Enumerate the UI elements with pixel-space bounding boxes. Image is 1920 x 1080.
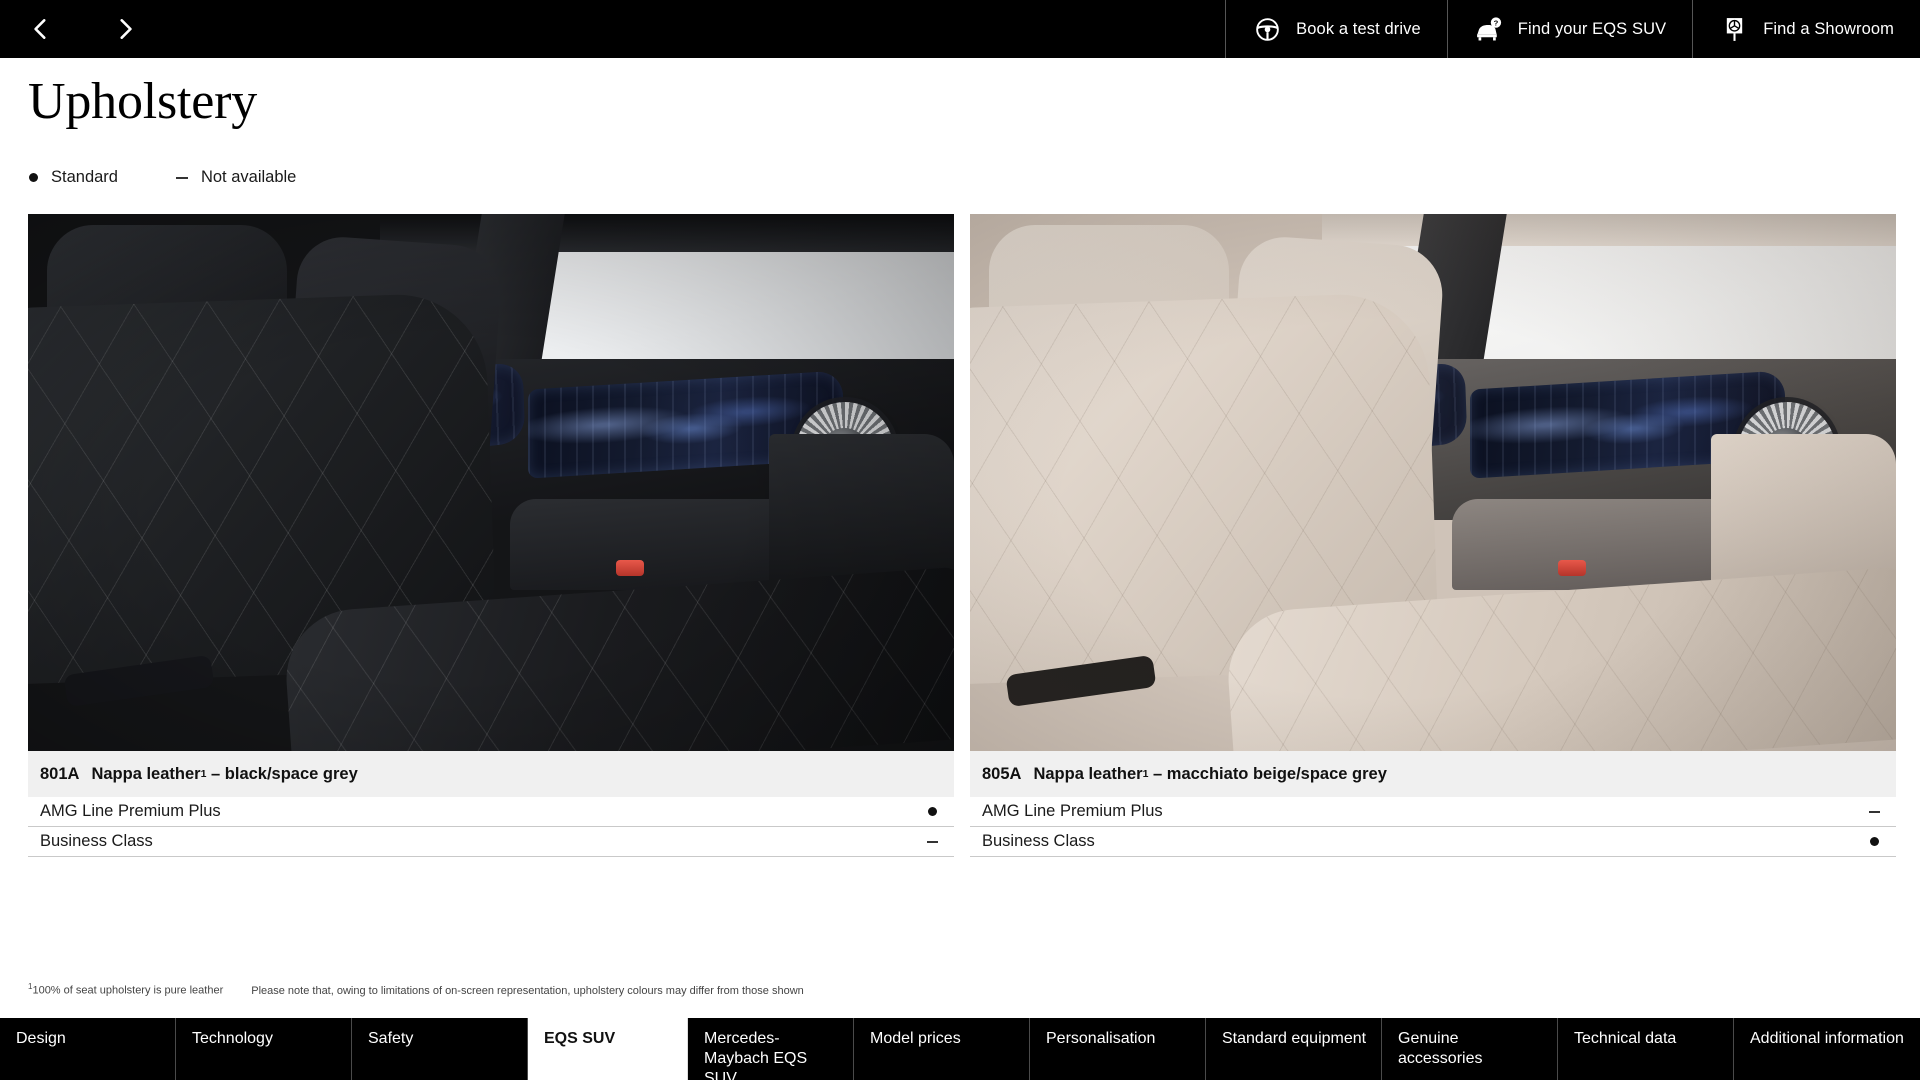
nav-tab-model-prices[interactable]: Model prices: [854, 1018, 1030, 1080]
upholstery-option-805A: 805A Nappa leather 1 – macchiato beige/sp…: [970, 214, 1896, 857]
legend-item-standard: Standard: [29, 168, 118, 187]
upholstery-panels: 801A Nappa leather 1 – black/space grey A…: [28, 214, 1896, 857]
row-label: AMG Line Premium Plus: [40, 802, 221, 820]
top-bar-actions: Book a test drive ? Find your EQS SUV Fi…: [1225, 0, 1920, 58]
nav-tab-label: Design: [16, 1030, 66, 1047]
nav-tab-mercedes-maybach-eqs-suv[interactable]: Mercedes-Maybach EQS SUV: [688, 1018, 854, 1080]
nav-tab-safety[interactable]: Safety: [352, 1018, 528, 1080]
upholstery-code: 805A: [982, 764, 1022, 783]
table-row: AMG Line Premium Plus: [970, 797, 1896, 827]
upholstery-name: Nappa leather: [1033, 764, 1143, 783]
find-a-showroom-button[interactable]: Find a Showroom: [1692, 0, 1920, 58]
svg-text:?: ?: [1494, 18, 1499, 27]
nav-tab-technical-data[interactable]: Technical data: [1558, 1018, 1734, 1080]
nav-tab-label: Genuine accessories: [1398, 1030, 1483, 1067]
steering-wheel-icon: [1252, 14, 1282, 44]
upholstery-option-801A: 801A Nappa leather 1 – black/space grey A…: [28, 214, 954, 857]
nav-tab-label: Technical data: [1574, 1030, 1677, 1047]
nav-tab-technology[interactable]: Technology: [176, 1018, 352, 1080]
availability-table-801A: AMG Line Premium Plus Business Class: [28, 797, 954, 857]
legend-item-not-available: Not available: [175, 168, 297, 187]
footnote-1-text: 100% of seat upholstery is pure leather: [32, 984, 224, 997]
standard-dot-icon: [29, 173, 38, 182]
upholstery-colour: – macchiato beige/space grey: [1153, 764, 1387, 783]
nav-tab-standard-equipment[interactable]: Standard equipment: [1206, 1018, 1382, 1080]
availability-dot-icon: [1864, 837, 1884, 846]
interior-photo-black: [28, 214, 954, 751]
nav-tab-label: Additional information: [1750, 1030, 1904, 1047]
upholstery-name: Nappa leather: [91, 764, 201, 783]
nav-tab-design[interactable]: Design: [0, 1018, 176, 1080]
bottom-navigation: Design Technology Safety EQS SUV Mercede…: [0, 1018, 1920, 1080]
upholstery-page: Book a test drive ? Find your EQS SUV Fi…: [0, 0, 1920, 1080]
chevron-right-icon: [112, 16, 138, 42]
legend-label-not-available: Not available: [200, 168, 297, 186]
caption-801A: 801A Nappa leather 1 – black/space grey: [28, 751, 954, 797]
availability-dash-icon: [922, 840, 942, 843]
caption-805A: 805A Nappa leather 1 – macchiato beige/sp…: [970, 751, 1896, 797]
footnote-2: Please note that, owing to limitations o…: [251, 984, 804, 997]
nav-tab-eqs-suv[interactable]: EQS SUV: [528, 1018, 688, 1080]
upholstery-code: 801A: [40, 764, 80, 783]
legend-label-standard: Standard: [51, 168, 118, 186]
row-label: Business Class: [982, 832, 1095, 850]
nav-tab-label: Standard equipment: [1222, 1030, 1367, 1047]
nav-tab-label: Technology: [192, 1030, 273, 1047]
find-your-eqs-suv-label: Find your EQS SUV: [1517, 19, 1667, 38]
page-title: Upholstery: [28, 73, 258, 130]
nav-tab-additional-information[interactable]: Additional information: [1734, 1018, 1920, 1080]
footnotes: 1100% of seat upholstery is pure leather…: [28, 982, 804, 997]
table-row: Business Class: [28, 827, 954, 857]
nav-tab-personalisation[interactable]: Personalisation: [1030, 1018, 1206, 1080]
table-row: Business Class: [970, 827, 1896, 857]
page-nav-arrows: [0, 0, 140, 58]
nav-tab-label: Safety: [368, 1030, 414, 1047]
availability-dash-icon: [1864, 810, 1884, 813]
table-row: AMG Line Premium Plus: [28, 797, 954, 827]
find-a-showroom-label: Find a Showroom: [1763, 19, 1894, 38]
upholstery-colour: – black/space grey: [211, 764, 358, 783]
book-test-drive-label: Book a test drive: [1296, 19, 1421, 38]
footnote-1: 1100% of seat upholstery is pure leather: [28, 982, 223, 997]
chevron-left-icon: [28, 16, 54, 42]
nav-tab-label: Model prices: [870, 1030, 961, 1047]
legend: Standard Not available: [29, 168, 296, 187]
row-label: Business Class: [40, 832, 153, 850]
top-bar-spacer: [140, 0, 1225, 58]
row-label: AMG Line Premium Plus: [982, 802, 1163, 820]
nav-tab-label: EQS SUV: [544, 1030, 616, 1047]
nav-tab-label: Mercedes-Maybach EQS SUV: [704, 1030, 808, 1080]
map-pin-mercedes-icon: [1719, 14, 1749, 44]
nav-tab-genuine-accessories[interactable]: Genuine accessories: [1382, 1018, 1558, 1080]
top-bar: Book a test drive ? Find your EQS SUV Fi…: [0, 0, 1920, 58]
not-available-dash-icon: [175, 176, 188, 179]
book-test-drive-button[interactable]: Book a test drive: [1225, 0, 1447, 58]
previous-page-button[interactable]: [26, 14, 56, 44]
availability-table-805A: AMG Line Premium Plus Business Class: [970, 797, 1896, 857]
interior-photo-macchiato-beige: [970, 214, 1896, 751]
car-question-icon: ?: [1474, 14, 1504, 44]
availability-dot-icon: [922, 807, 942, 816]
find-your-eqs-suv-button[interactable]: ? Find your EQS SUV: [1446, 0, 1692, 58]
next-page-button[interactable]: [110, 14, 140, 44]
nav-tab-label: Personalisation: [1046, 1030, 1156, 1047]
